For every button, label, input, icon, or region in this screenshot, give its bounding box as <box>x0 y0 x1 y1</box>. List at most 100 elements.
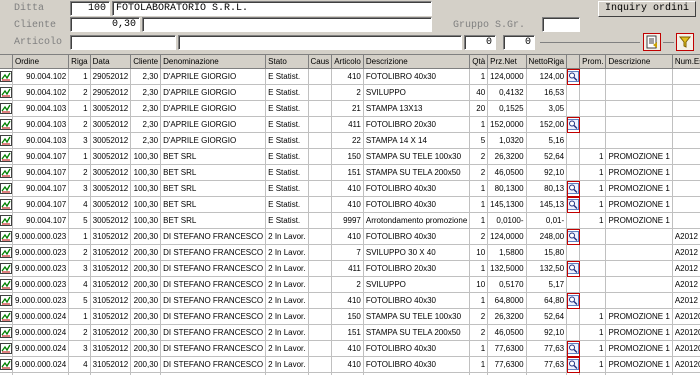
table-row[interactable]: 90.004.1021290520122,30D'APRILE GIORGIOE… <box>0 69 700 85</box>
table-row[interactable]: 9.000.000.023331052012200,30DI STEFANO F… <box>0 261 700 277</box>
table-row[interactable]: 90.004.107330052012100,30BET SRLE Statis… <box>0 181 700 197</box>
column-header-descrizione[interactable]: Descrizione <box>363 55 469 69</box>
gruppo-field[interactable] <box>542 17 580 32</box>
row-action-cell[interactable] <box>0 357 13 373</box>
order-edit-icon[interactable] <box>0 279 12 290</box>
magnifier-icon[interactable] <box>567 295 579 306</box>
column-header-detail[interactable] <box>567 55 580 69</box>
column-header-riga[interactable]: Riga <box>69 55 90 69</box>
row-action-cell[interactable] <box>0 101 13 117</box>
row-action-cell[interactable] <box>0 197 13 213</box>
column-header-articolo[interactable]: Articolo <box>332 55 364 69</box>
table-row[interactable]: 90.004.1033300520122,30D'APRILE GIORGIOE… <box>0 133 700 149</box>
column-header-data[interactable]: Data <box>90 55 131 69</box>
column-header-num-es[interactable]: Num.Es <box>672 55 700 69</box>
table-row[interactable]: 90.004.1022290520122,30D'APRILE GIORGIOE… <box>0 85 700 101</box>
row-action-cell[interactable] <box>0 309 13 325</box>
table-row[interactable]: 9.000.000.024331052012200,30DI STEFANO F… <box>0 341 700 357</box>
quantity-from-field[interactable]: 0 <box>464 35 496 50</box>
magnifier-icon[interactable] <box>567 199 579 210</box>
detail-cell[interactable] <box>567 293 580 309</box>
inquiry-ordini-button[interactable]: Inquiry ordini <box>598 1 696 17</box>
row-action-cell[interactable] <box>0 341 13 357</box>
row-action-cell[interactable] <box>0 165 13 181</box>
row-action-cell[interactable] <box>0 133 13 149</box>
quantity-to-field[interactable]: 0 <box>503 35 535 50</box>
order-edit-icon[interactable] <box>0 103 12 114</box>
table-row[interactable]: 90.004.107430052012100,30BET SRLE Statis… <box>0 197 700 213</box>
column-header-caus[interactable]: Caus <box>308 55 332 69</box>
magnifier-icon[interactable] <box>567 231 579 242</box>
table-row[interactable]: 90.004.1032300520122,30D'APRILE GIORGIOE… <box>0 117 700 133</box>
magnifier-icon[interactable] <box>567 119 579 130</box>
magnifier-icon[interactable] <box>567 343 579 354</box>
order-edit-icon[interactable] <box>0 343 12 354</box>
row-action-cell[interactable] <box>0 181 13 197</box>
document-export-icon[interactable] <box>643 33 661 51</box>
cliente-field[interactable]: 0,30 <box>70 17 140 32</box>
table-row[interactable]: 90.004.107230052012100,30BET SRLE Statis… <box>0 165 700 181</box>
table-row[interactable]: 9.000.000.024431052012200,30DI STEFANO F… <box>0 357 700 373</box>
magnifier-icon[interactable] <box>567 183 579 194</box>
column-header-netto-riga[interactable]: NettoRiga <box>526 55 567 69</box>
table-row[interactable]: 9.000.000.023431052012200,30DI STEFANO F… <box>0 277 700 293</box>
detail-cell[interactable] <box>567 357 580 373</box>
ditta-code-field[interactable]: 100 <box>70 1 110 16</box>
column-header-cliente[interactable]: Cliente <box>131 55 161 69</box>
order-edit-icon[interactable] <box>0 183 12 194</box>
articolo-field[interactable] <box>70 35 176 50</box>
detail-cell[interactable] <box>567 181 580 197</box>
order-edit-icon[interactable] <box>0 119 12 130</box>
table-row[interactable]: 9.000.000.023231052012200,30DI STEFANO F… <box>0 245 700 261</box>
row-action-cell[interactable] <box>0 261 13 277</box>
row-action-cell[interactable] <box>0 85 13 101</box>
detail-cell[interactable] <box>567 341 580 357</box>
row-action-cell[interactable] <box>0 245 13 261</box>
order-edit-icon[interactable] <box>0 71 12 82</box>
table-row[interactable]: 9.000.000.023531052012200,30DI STEFANO F… <box>0 293 700 309</box>
magnifier-icon[interactable] <box>567 359 579 370</box>
row-action-cell[interactable] <box>0 117 13 133</box>
table-row[interactable]: 90.004.107130052012100,30BET SRLE Statis… <box>0 149 700 165</box>
order-edit-icon[interactable] <box>0 247 12 258</box>
column-header-denominazione[interactable]: Denominazione <box>161 55 266 69</box>
magnifier-icon[interactable] <box>567 263 579 274</box>
orders-grid[interactable]: OrdineRigaDataClienteDenominazioneStatoC… <box>0 54 700 375</box>
row-action-cell[interactable] <box>0 293 13 309</box>
row-action-cell[interactable] <box>0 149 13 165</box>
magnifier-icon[interactable] <box>567 71 579 82</box>
detail-cell[interactable] <box>567 69 580 85</box>
column-header-stato[interactable]: Stato <box>266 55 308 69</box>
table-row[interactable]: 9.000.000.023131052012200,30DI STEFANO F… <box>0 229 700 245</box>
order-edit-icon[interactable] <box>0 135 12 146</box>
detail-cell[interactable] <box>567 261 580 277</box>
order-edit-icon[interactable] <box>0 215 12 226</box>
table-row[interactable]: 90.004.107530052012100,30BET SRLE Statis… <box>0 213 700 229</box>
order-edit-icon[interactable] <box>0 199 12 210</box>
column-header-prom[interactable]: Prom. <box>580 55 606 69</box>
row-action-cell[interactable] <box>0 229 13 245</box>
order-edit-icon[interactable] <box>0 167 12 178</box>
row-action-cell[interactable] <box>0 69 13 85</box>
table-row[interactable]: 9.000.000.024231052012200,30DI STEFANO F… <box>0 325 700 341</box>
order-edit-icon[interactable] <box>0 231 12 242</box>
order-edit-icon[interactable] <box>0 359 12 370</box>
column-header-icon[interactable] <box>0 55 13 69</box>
column-header-qta[interactable]: Qtà <box>470 55 488 69</box>
order-edit-icon[interactable] <box>0 263 12 274</box>
row-action-cell[interactable] <box>0 277 13 293</box>
funnel-filter-icon[interactable] <box>676 33 694 51</box>
column-header-prz-net[interactable]: Prz.Net <box>488 55 526 69</box>
detail-cell[interactable] <box>567 197 580 213</box>
detail-cell[interactable] <box>567 117 580 133</box>
order-edit-icon[interactable] <box>0 151 12 162</box>
order-edit-icon[interactable] <box>0 327 12 338</box>
order-edit-icon[interactable] <box>0 87 12 98</box>
detail-cell[interactable] <box>567 229 580 245</box>
column-header-ordine[interactable]: Ordine <box>13 55 69 69</box>
column-header-prom-descrizione[interactable]: Descrizione <box>606 55 672 69</box>
row-action-cell[interactable] <box>0 213 13 229</box>
table-row[interactable]: 90.004.1031300520122,30D'APRILE GIORGIOE… <box>0 101 700 117</box>
order-edit-icon[interactable] <box>0 311 12 322</box>
table-row[interactable]: 9.000.000.024131052012200,30DI STEFANO F… <box>0 309 700 325</box>
